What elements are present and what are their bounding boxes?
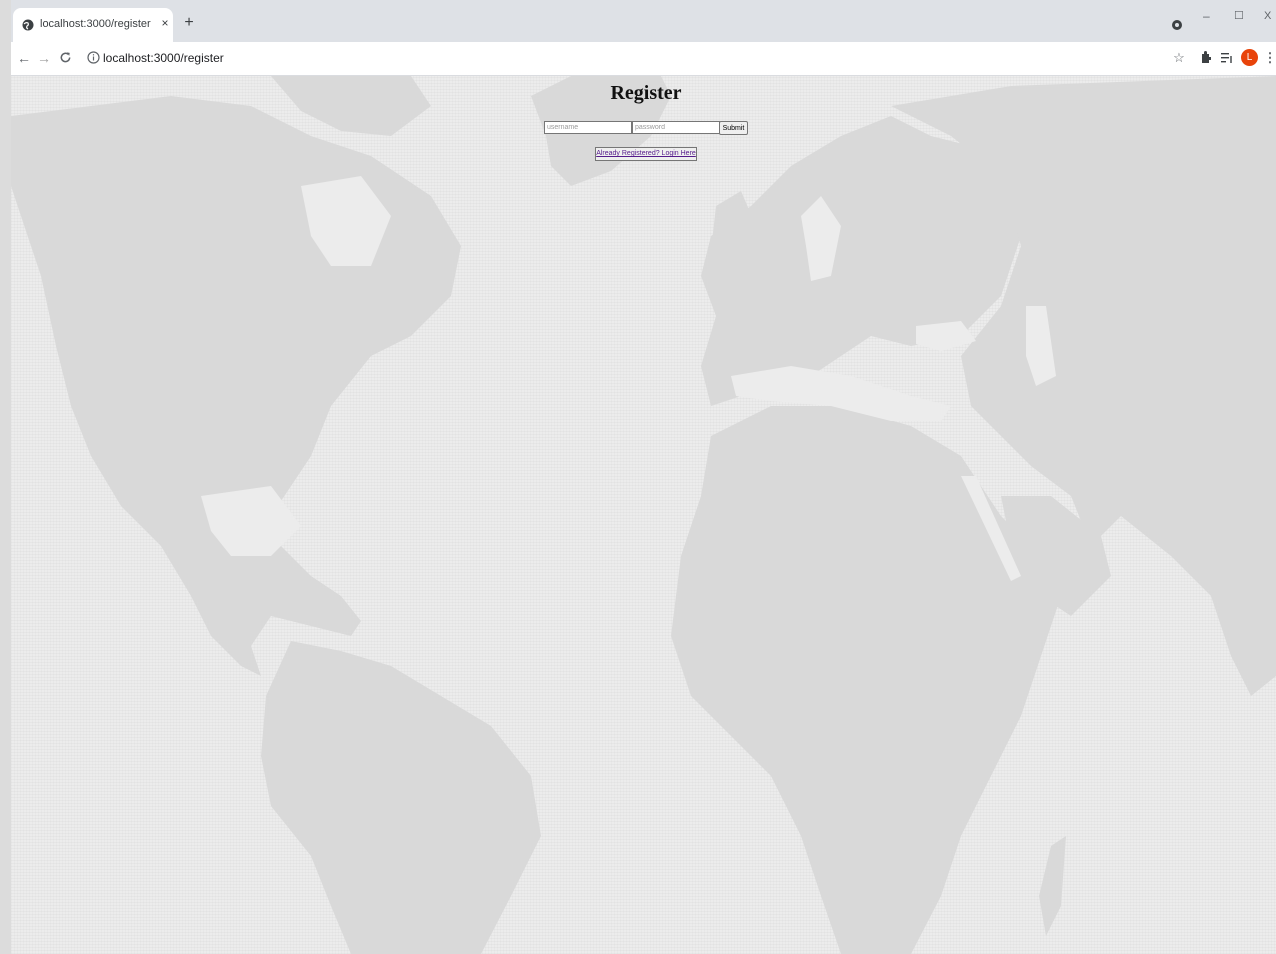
password-input[interactable]: [632, 121, 720, 134]
maximize-icon[interactable]: ☐: [1234, 6, 1244, 26]
forward-arrow-icon[interactable]: →: [36, 50, 52, 66]
login-link[interactable]: Already Registered? Login Here: [595, 147, 697, 161]
map-africa: [671, 406, 1061, 954]
browser-toolbar: ← → localhost:3000/register ☆ L ⋮: [11, 42, 1276, 76]
tab-register[interactable]: localhost:3000/register ×: [13, 8, 173, 42]
bookmark-star-icon[interactable]: ☆: [1171, 50, 1187, 66]
close-window-icon[interactable]: X: [1264, 6, 1271, 26]
map-north-america: [11, 96, 461, 676]
page-viewport: Register Submit Already Registered? Logi…: [11, 76, 1276, 954]
reading-list-icon[interactable]: [1221, 52, 1233, 64]
info-icon[interactable]: [87, 51, 100, 64]
address-bar[interactable]: localhost:3000/register: [103, 51, 224, 65]
map-madagascar: [1039, 836, 1066, 936]
world-map-background: [11, 76, 1276, 954]
page-title: Register: [610, 82, 682, 104]
new-tab-icon[interactable]: +: [181, 15, 197, 31]
globe-icon: [22, 19, 34, 31]
tab-strip: localhost:3000/register × + – ☐ X: [11, 0, 1276, 42]
minimize-icon[interactable]: –: [1203, 6, 1210, 26]
reload-icon[interactable]: [59, 51, 72, 64]
map-south-america: [261, 641, 541, 954]
media-control-icon[interactable]: [1171, 19, 1183, 31]
menu-kebab-icon[interactable]: ⋮: [1262, 50, 1276, 66]
tab-title: localhost:3000/register: [40, 18, 151, 30]
back-arrow-icon[interactable]: ←: [16, 50, 32, 66]
extensions-puzzle-icon[interactable]: [1199, 51, 1211, 65]
close-tab-icon[interactable]: ×: [158, 16, 172, 30]
username-input[interactable]: [544, 121, 632, 134]
profile-avatar[interactable]: L: [1241, 49, 1258, 66]
browser-window: localhost:3000/register × + – ☐ X ← → lo…: [11, 0, 1276, 954]
submit-button[interactable]: Submit: [719, 121, 748, 135]
